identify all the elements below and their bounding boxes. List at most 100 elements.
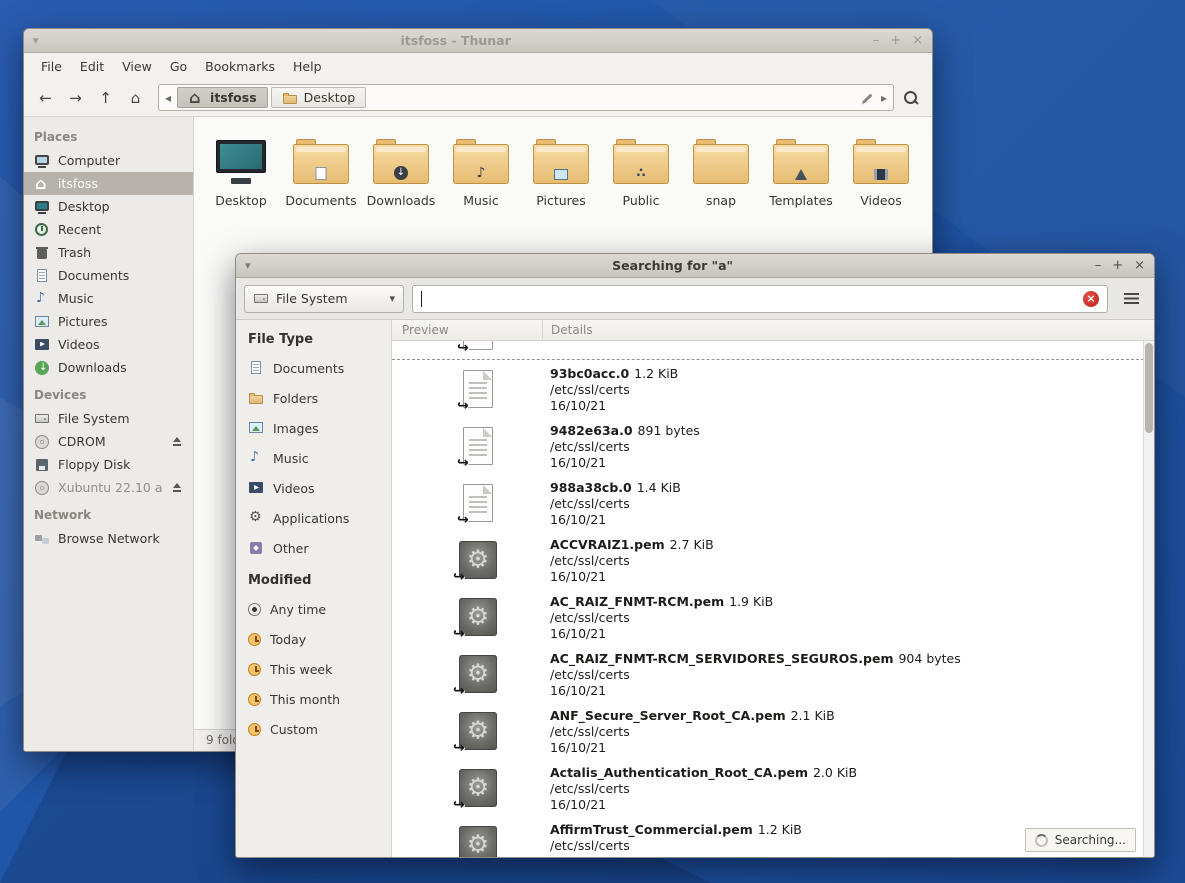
filter-filetype-videos[interactable]: Videos <box>236 473 391 503</box>
file-item-documents[interactable]: Documents <box>282 129 360 208</box>
file-item-label: Templates <box>769 193 833 208</box>
result-row[interactable]: AC_RAIZ_FNMT-RCM_SERVIDORES_SEGUROS.pem9… <box>392 645 1154 702</box>
sidebar-item-documents[interactable]: Documents <box>24 264 193 287</box>
menu-item-edit[interactable]: Edit <box>71 55 113 78</box>
filter-filetype-applications[interactable]: Applications <box>236 503 391 533</box>
sidebar-item-label: Pictures <box>58 314 108 329</box>
eject-icon[interactable] <box>171 436 183 448</box>
drive-icon <box>253 291 269 307</box>
filter-modified-today[interactable]: Today <box>236 624 391 654</box>
forward-button[interactable]: → <box>62 85 89 111</box>
file-item-public[interactable]: Public <box>602 129 680 208</box>
edit-path-icon[interactable] <box>861 91 875 105</box>
minimize-button[interactable]: – <box>873 34 880 47</box>
filter-filetype-documents[interactable]: Documents <box>236 353 391 383</box>
file-item-snap[interactable]: snap <box>682 129 760 208</box>
scrollbar-thumb[interactable] <box>1145 343 1153 433</box>
breadcrumb-label: Desktop <box>304 90 356 105</box>
folder-icon <box>773 144 829 184</box>
clear-search-icon[interactable] <box>1083 291 1099 307</box>
result-preview-cell <box>392 474 542 531</box>
desktop-icon <box>34 199 50 215</box>
sidebar-item-downloads[interactable]: Downloads <box>24 356 193 379</box>
sidebar-item-browse-network[interactable]: Browse Network <box>24 527 193 550</box>
filter-modified-this-week[interactable]: This week <box>236 654 391 684</box>
menu-item-view[interactable]: View <box>113 55 161 78</box>
sidebar-item-xubuntu-22-10-am[interactable]: Xubuntu 22.10 am... <box>24 476 193 499</box>
result-row[interactable]: 93bc0acc.01.2 KiB/etc/ssl/certs16/10/21 <box>392 360 1154 417</box>
picture-icon <box>248 420 264 436</box>
result-row[interactable]: AC_RAIZ_FNMT-RCM.pem1.9 KiB/etc/ssl/cert… <box>392 588 1154 645</box>
search-input[interactable] <box>412 285 1108 313</box>
filter-filetype-music[interactable]: Music <box>236 443 391 473</box>
close-button[interactable]: × <box>1134 259 1145 272</box>
home-button[interactable]: ⌂ <box>122 85 149 111</box>
result-row[interactable]: Actalis_Authentication_Root_CA.pem2.0 Ki… <box>392 759 1154 816</box>
filter-filetype-images[interactable]: Images <box>236 413 391 443</box>
up-button[interactable]: ↑ <box>92 85 119 111</box>
results-header: Preview Details <box>392 320 1154 341</box>
file-item-videos[interactable]: Videos <box>842 129 920 208</box>
result-row[interactable]: 988a38cb.01.4 KiB/etc/ssl/certs16/10/21 <box>392 474 1154 531</box>
sidebar-item-music[interactable]: Music <box>24 287 193 310</box>
menu-item-go[interactable]: Go <box>161 55 196 78</box>
file-item-desktop[interactable]: Desktop <box>202 129 280 208</box>
result-name: 988a38cb.0 <box>550 480 632 495</box>
filter-modified-this-month[interactable]: This month <box>236 684 391 714</box>
result-row[interactable]: 16/10/21 <box>392 341 1154 360</box>
thunar-titlebar[interactable]: ▾ itsfoss - Thunar – + × <box>24 29 932 53</box>
sidebar-item-file-system[interactable]: File System <box>24 407 193 430</box>
filter-modified-any-time[interactable]: Any time <box>236 594 391 624</box>
sidebar-item-desktop[interactable]: Desktop <box>24 195 193 218</box>
file-item-pictures[interactable]: Pictures <box>522 129 600 208</box>
result-details-cell: Actalis_Authentication_Root_CA.pem2.0 Ki… <box>542 759 1154 816</box>
maximize-button[interactable]: + <box>890 34 901 47</box>
column-details[interactable]: Details <box>542 320 1154 340</box>
filter-label: Folders <box>273 391 318 406</box>
sidebar-item-cdrom[interactable]: CDROM <box>24 430 193 453</box>
sidebar-item-floppy-disk[interactable]: Floppy Disk <box>24 453 193 476</box>
filter-filetype-folders[interactable]: Folders <box>236 383 391 413</box>
menu-item-help[interactable]: Help <box>284 55 331 78</box>
file-item-templates[interactable]: Templates <box>762 129 840 208</box>
window-menu-icon[interactable]: ▾ <box>33 34 39 47</box>
eject-icon[interactable] <box>171 482 183 494</box>
close-button[interactable]: × <box>912 34 923 47</box>
result-row[interactable]: 9482e63a.0891 bytes/etc/ssl/certs16/10/2… <box>392 417 1154 474</box>
sidebar-item-itsfoss[interactable]: itsfoss <box>24 172 193 195</box>
result-row[interactable]: ACCVRAIZ1.pem2.7 KiB/etc/ssl/certs16/10/… <box>392 531 1154 588</box>
result-path: /etc/ssl/certs <box>550 610 1148 626</box>
location-label: File System <box>276 291 382 306</box>
scroll-left-button[interactable]: ◂ <box>162 91 174 105</box>
file-item-downloads[interactable]: Downloads <box>362 129 440 208</box>
catfish-titlebar[interactable]: ▾ Searching for "a" – + × <box>236 254 1154 278</box>
breadcrumb-itsfoss[interactable]: itsfoss <box>177 87 268 108</box>
sidebar-item-computer[interactable]: Computer <box>24 149 193 172</box>
menu-item-file[interactable]: File <box>32 55 71 78</box>
folder-icon <box>613 144 669 184</box>
filter-filetype-other[interactable]: Other <box>236 533 391 563</box>
window-menu-icon[interactable]: ▾ <box>245 259 251 272</box>
result-name: 9482e63a.0 <box>550 423 633 438</box>
sidebar-item-pictures[interactable]: Pictures <box>24 310 193 333</box>
sidebar-item-trash[interactable]: Trash <box>24 241 193 264</box>
breadcrumb-desktop[interactable]: Desktop <box>271 87 367 108</box>
result-row[interactable]: ANF_Secure_Server_Root_CA.pem2.1 KiB/etc… <box>392 702 1154 759</box>
menu-item-bookmarks[interactable]: Bookmarks <box>196 55 284 78</box>
filter-modified-custom[interactable]: Custom <box>236 714 391 744</box>
sidebar-item-recent[interactable]: Recent <box>24 218 193 241</box>
search-button[interactable] <box>897 85 924 111</box>
scrollbar[interactable] <box>1143 341 1154 857</box>
file-item-music[interactable]: Music <box>442 129 520 208</box>
sidebar-item-videos[interactable]: Videos <box>24 333 193 356</box>
result-path: /etc/ssl/certs <box>550 553 1148 569</box>
folder-icon <box>453 144 509 184</box>
back-button[interactable]: ← <box>32 85 59 111</box>
column-preview[interactable]: Preview <box>392 320 542 340</box>
result-details-cell: ANF_Secure_Server_Root_CA.pem2.1 KiB/etc… <box>542 702 1154 759</box>
minimize-button[interactable]: – <box>1095 259 1102 272</box>
menu-button[interactable] <box>1116 285 1146 313</box>
location-dropdown[interactable]: File System ▾ <box>244 285 404 313</box>
maximize-button[interactable]: + <box>1112 259 1123 272</box>
scroll-right-button[interactable]: ▸ <box>878 91 890 105</box>
